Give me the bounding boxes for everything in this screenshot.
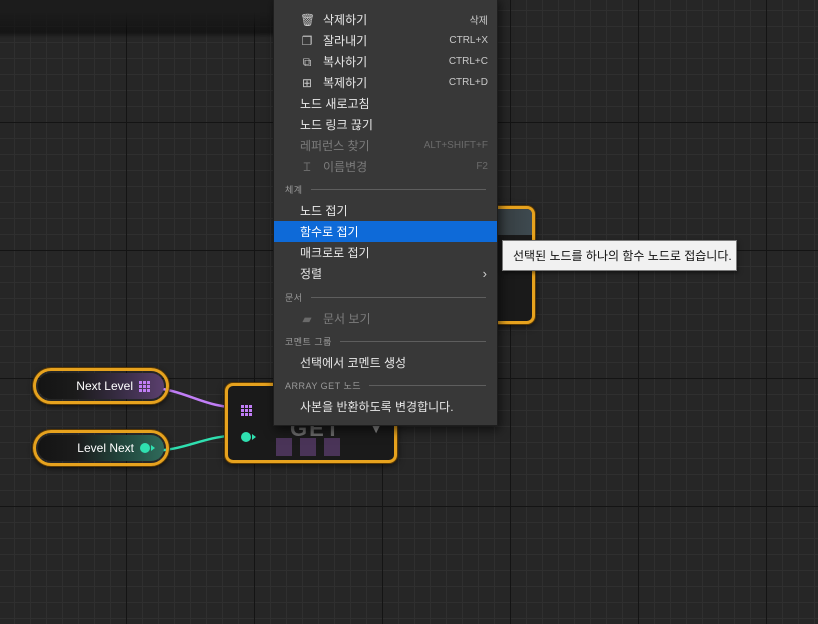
menu-item-label: 사본을 반환하도록 변경합니다. [300,400,454,414]
menu-item-shortcut: F2 [476,161,488,172]
variable-node-next-level[interactable]: Next Level [33,368,169,404]
divider [369,384,486,386]
array-input-pin-icon[interactable] [241,405,252,416]
menu-item-label: 복사하기 [323,55,368,69]
menu-item-collapse-to-macro[interactable]: 매크로로 접기 [274,242,497,263]
menu-item-find-references[interactable]: 레퍼런스 찾기 ALT+SHIFT+F [274,135,497,156]
tooltip: 선택된 노드를 하나의 함수 노드로 접습니다. [502,240,737,271]
menu-item-shortcut: CTRL+X [449,35,488,46]
section-header-array-get: ARRAY GET 노드 [285,379,486,391]
document-icon: ▰ [302,312,312,326]
menu-item-shortcut: 삭제 [469,16,488,27]
menu-item-alignment[interactable]: 정렬 › [274,263,497,284]
index-input-pin-icon[interactable] [241,432,256,442]
section-header-comment-group: 코멘트 그룹 [285,335,486,347]
duplicate-icon: ⊞ [301,76,313,90]
menu-item-label: 이름변경 [323,160,368,174]
menu-item-label: 선택에서 코멘트 생성 [300,356,407,370]
menu-item-break-links[interactable]: 노드 링크 끊기 [274,114,497,135]
variable-node-level-next[interactable]: Level Next [33,430,169,466]
menu-item-collapse-to-function[interactable]: 함수로 접기 [274,221,497,242]
rename-icon: Ɪ [303,160,311,174]
tooltip-text: 선택된 노드를 하나의 함수 노드로 접습니다. [513,249,732,263]
menu-item-refresh-nodes[interactable]: 노드 새로고침 [274,93,497,114]
menu-item-label: 복제하기 [323,76,368,90]
section-header-documentation: 문서 [285,291,486,303]
divider [310,188,486,190]
menu-item-shortcut: CTRL+C [448,56,488,67]
menu-item-copy[interactable]: ⧉ 복사하기 CTRL+C [274,51,497,72]
menu-item-label: 정렬 [300,267,323,281]
menu-item-label: 노드 새로고침 [300,97,370,111]
menu-item-label: 매크로로 접기 [300,246,370,260]
section-header-organization: 체계 [285,183,486,195]
menu-item-label: 노드 링크 끊기 [300,118,373,132]
menu-item-shortcut: CTRL+D [448,77,488,88]
cut-icon: ❐ [301,34,313,48]
chevron-right-icon: › [482,266,487,281]
section-title: 체계 [285,184,303,195]
trash-icon: 🗑 [300,13,316,27]
copy-icon: ⧉ [302,55,312,69]
menu-item-duplicate[interactable]: ⊞ 복제하기 CTRL+D [274,72,497,93]
menu-item-return-copy[interactable]: 사본을 반환하도록 변경합니다. [274,396,497,417]
node-label: Level Next [77,441,134,455]
menu-item-create-comment[interactable]: 선택에서 코멘트 생성 [274,352,497,373]
menu-item-label: 레퍼런스 찾기 [300,139,370,153]
node-label: Next Level [76,379,133,393]
menu-item-label: 잘라내기 [323,34,368,48]
menu-item-view-documentation[interactable]: ▰ 문서 보기 [274,308,497,329]
array-pin-icon[interactable] [139,380,150,392]
section-title: 문서 [285,292,303,303]
menu-item-label: 함수로 접기 [300,225,359,239]
array-get-icon [276,438,340,456]
section-title: ARRAY GET 노드 [285,380,362,391]
section-title: 코멘트 그룹 [285,336,332,347]
integer-pin-icon[interactable] [140,443,155,453]
divider [339,340,486,342]
menu-item-label: 삭제하기 [323,13,368,27]
menu-item-delete[interactable]: 🗑 삭제하기 삭제 [274,9,497,30]
menu-item-cut[interactable]: ❐ 잘라내기 CTRL+X [274,30,497,51]
menu-item-rename[interactable]: Ɪ 이름변경 F2 [274,156,497,177]
menu-item-shortcut: ALT+SHIFT+F [423,140,488,151]
menu-item-collapse-nodes[interactable]: 노드 접기 [274,200,497,221]
context-menu: 🗑 삭제하기 삭제 ❐ 잘라내기 CTRL+X ⧉ 복사하기 CTRL+C ⊞ … [273,0,498,426]
divider [310,296,486,298]
menu-item-label: 노드 접기 [300,204,348,218]
menu-item-label: 문서 보기 [323,312,371,326]
